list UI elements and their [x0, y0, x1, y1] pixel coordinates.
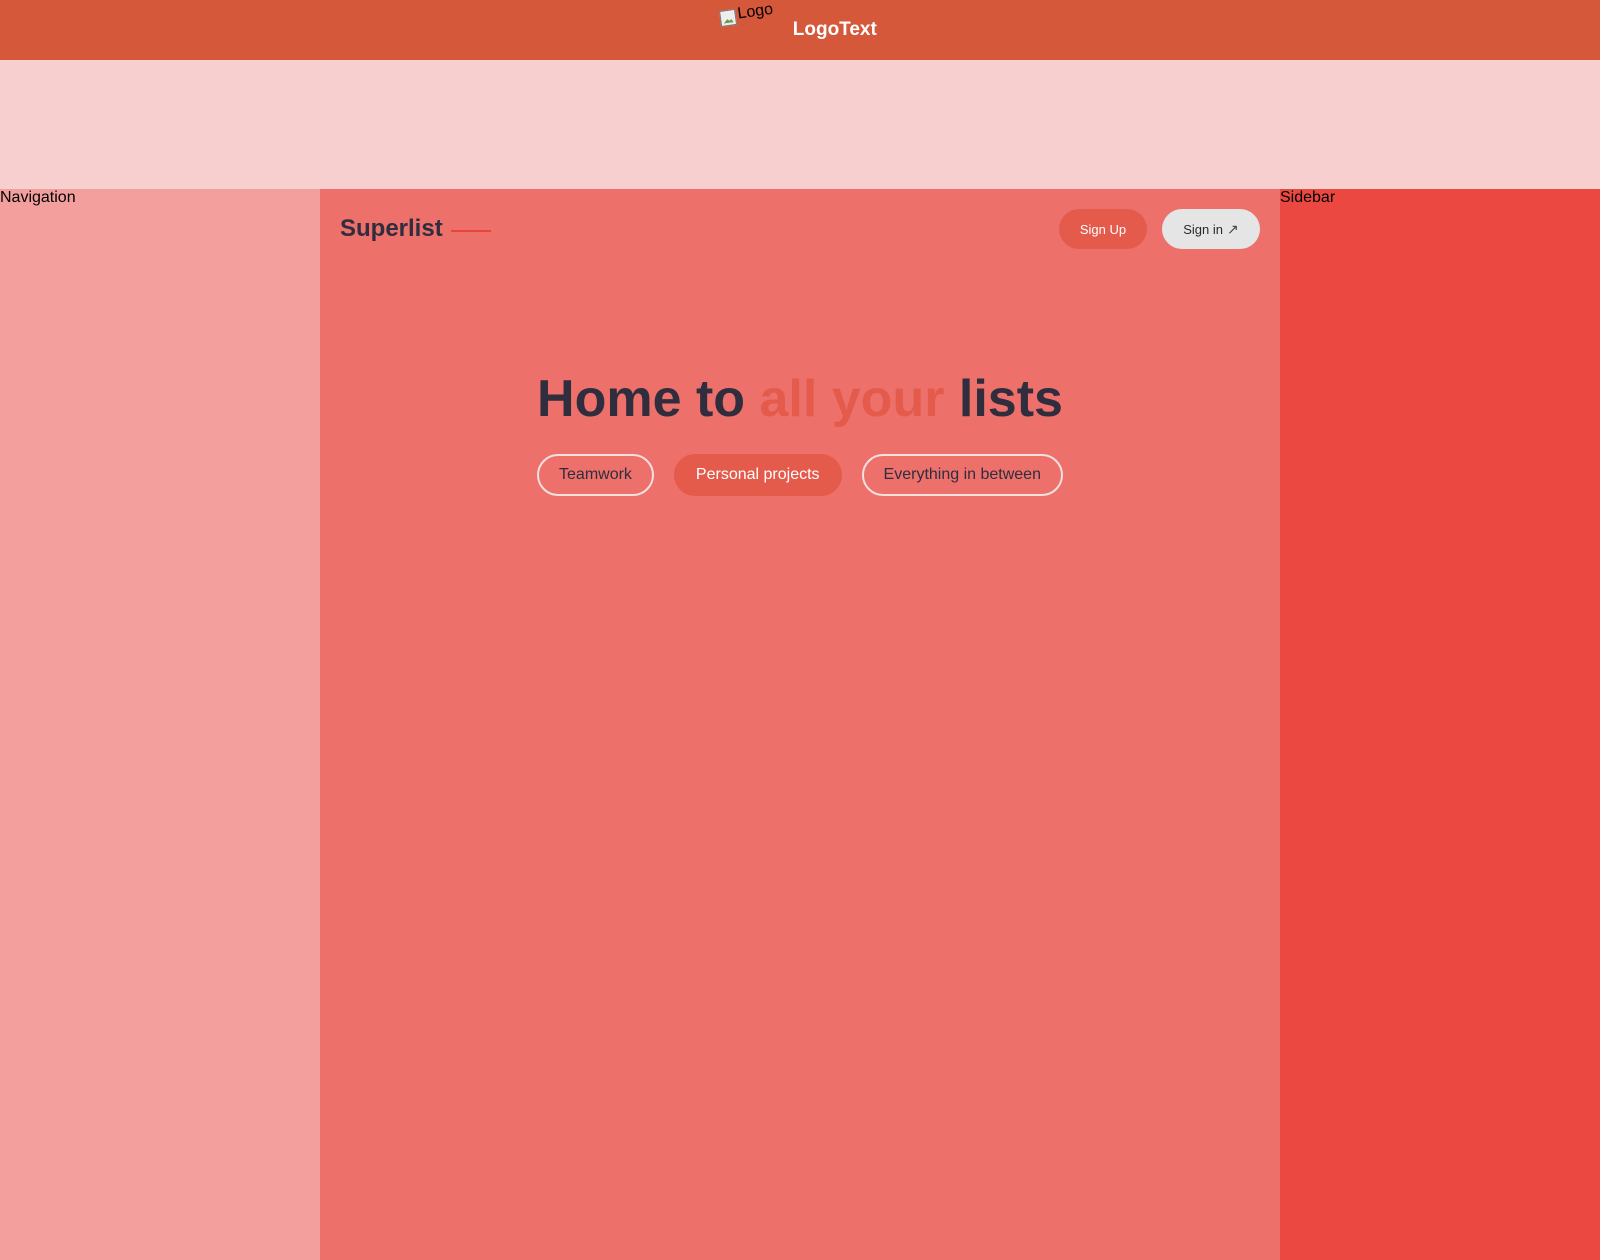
sign-up-button[interactable]: Sign Up [1059, 209, 1147, 249]
logo-image: Logo [719, 1, 777, 42]
hero-title: Home to all your lists [320, 369, 1280, 429]
pill-everything-in-between[interactable]: Everything in between [861, 454, 1063, 496]
banner-area [0, 60, 1600, 189]
hero-title-accent: all your [759, 370, 945, 428]
pill-teamwork[interactable]: Teamwork [537, 454, 654, 496]
brand-name: Superlist [340, 215, 443, 242]
sidebar-panel: Sidebar [1280, 189, 1600, 1260]
pill-personal-projects[interactable]: Personal projects [673, 454, 842, 496]
navigation-label: Navigation [0, 189, 76, 206]
logo-group[interactable]: Logo LogoText [719, 1, 877, 42]
main-header: Superlist Sign Up Sign in ↗ [340, 209, 1260, 249]
broken-image-icon [719, 8, 738, 27]
auth-buttons: Sign Up Sign in ↗ [1059, 209, 1260, 249]
hero-title-part2: lists [944, 370, 1063, 428]
category-pills: Teamwork Personal projects Everything in… [320, 454, 1280, 496]
brand[interactable]: Superlist [340, 215, 491, 243]
hero-title-part1: Home to [537, 370, 760, 428]
arrow-up-right-icon: ↗ [1227, 220, 1239, 237]
sign-in-button[interactable]: Sign in ↗ [1162, 209, 1260, 249]
main-content: Superlist Sign Up Sign in ↗ Home to all … [320, 189, 1280, 1260]
logo-text: LogoText [792, 19, 877, 40]
sidebar-label: Sidebar [1280, 189, 1336, 206]
navigation-panel: Navigation [0, 189, 320, 1260]
logo-alt-text: Logo [736, 0, 775, 23]
top-header: Logo LogoText [0, 0, 1600, 60]
sign-in-label: Sign in [1183, 221, 1223, 237]
brand-underline [450, 230, 491, 232]
